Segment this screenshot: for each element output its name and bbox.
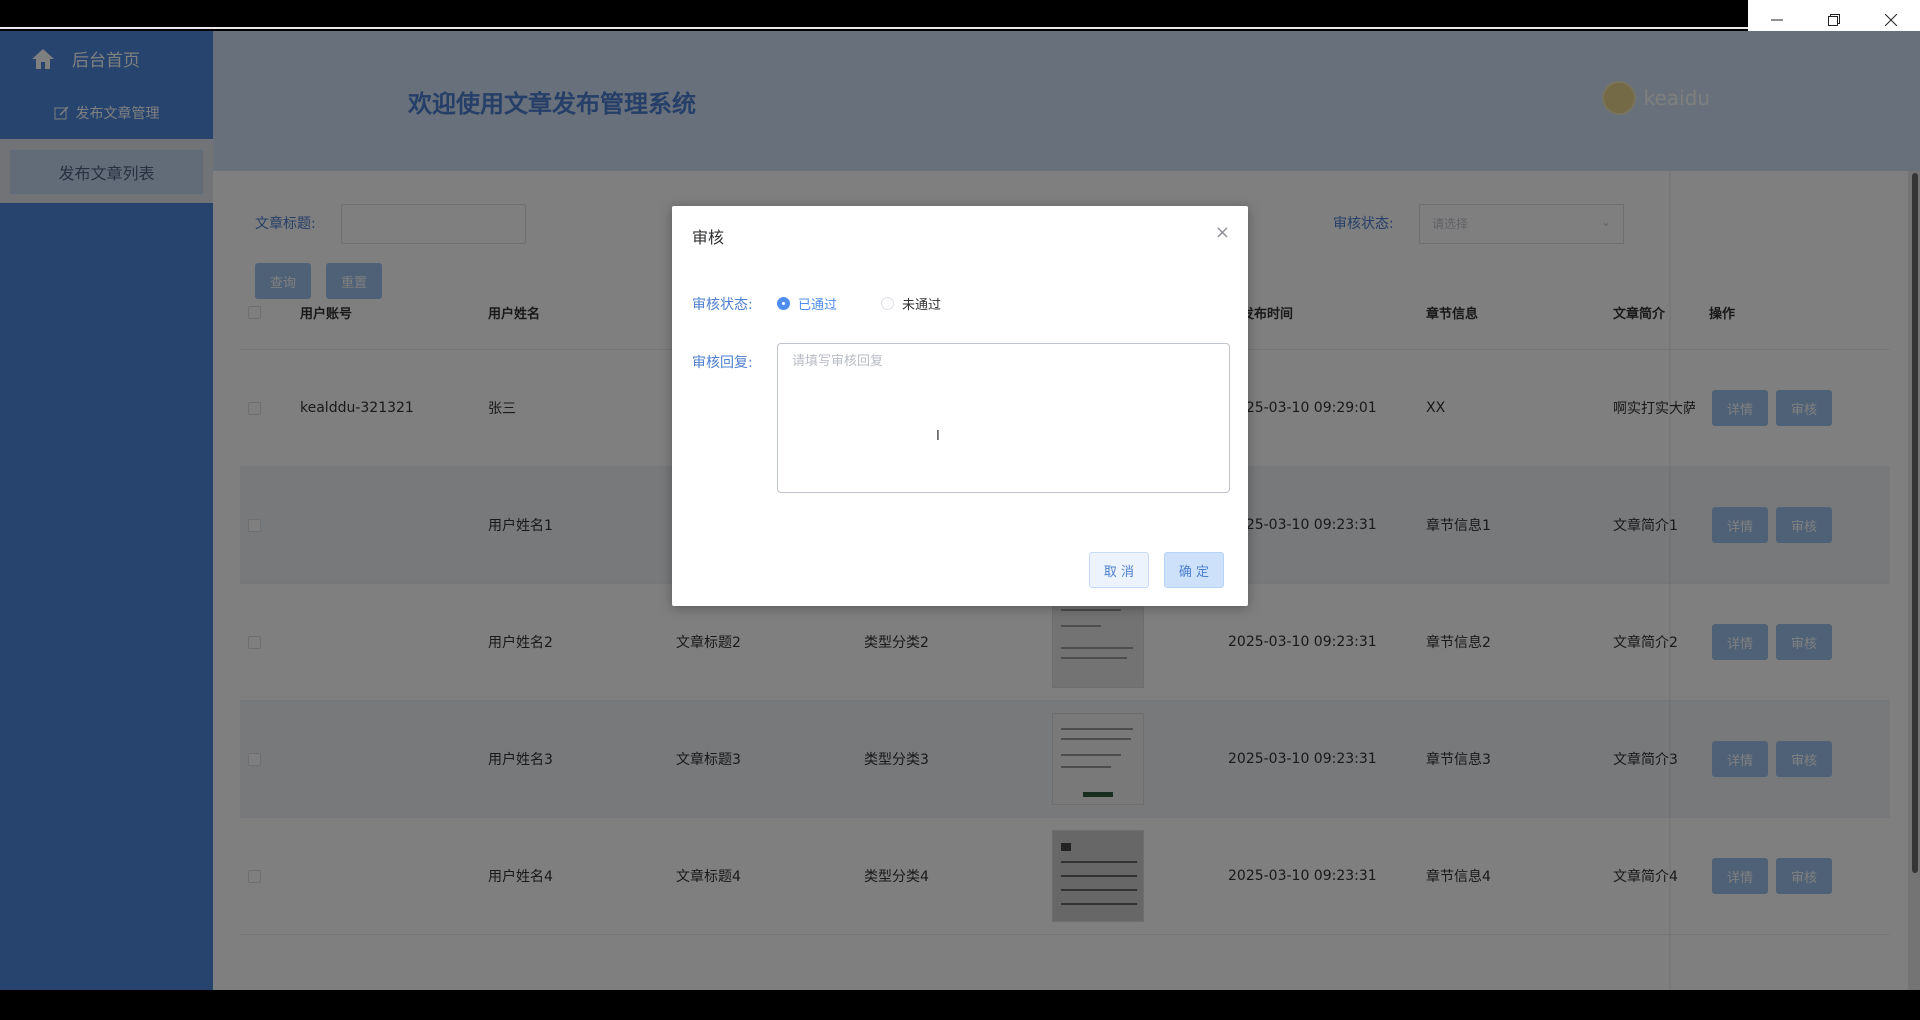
close-icon bbox=[1885, 14, 1898, 26]
radio-checked-icon bbox=[777, 297, 790, 310]
radio-label: 已通过 bbox=[798, 298, 838, 313]
review-reply-label: 审核回复: bbox=[692, 355, 753, 371]
radio-unchecked-icon bbox=[881, 297, 894, 310]
app: 后台首页 发布文章管理 发布文章列表 欢迎使用文章发布管理系统 keaidu 文… bbox=[0, 31, 1920, 990]
review-dialog: 审核 × 审核状态: 已通过 未通过 审核回复: 请填写审核回复 I 取 消 确… bbox=[672, 206, 1248, 606]
review-status-label: 审核状态: bbox=[692, 297, 753, 313]
confirm-button[interactable]: 确 定 bbox=[1164, 552, 1224, 588]
screen: 后台首页 发布文章管理 发布文章列表 欢迎使用文章发布管理系统 keaidu 文… bbox=[0, 0, 1920, 1020]
textarea-placeholder: 请填写审核回复 bbox=[792, 354, 884, 369]
review-reply-textarea[interactable]: 请填写审核回复 I bbox=[777, 343, 1230, 493]
minimize-icon bbox=[1770, 19, 1783, 21]
restore-icon bbox=[1827, 14, 1840, 26]
close-icon[interactable]: × bbox=[1215, 222, 1230, 243]
radio-pass[interactable]: 已通过 bbox=[777, 294, 837, 313]
radio-fail[interactable]: 未通过 bbox=[881, 294, 941, 313]
text-cursor-icon: I bbox=[936, 429, 940, 444]
dialog-title: 审核 bbox=[692, 228, 725, 247]
radio-label: 未通过 bbox=[902, 298, 942, 313]
title-bar bbox=[0, 0, 1920, 29]
taskbar bbox=[0, 990, 1920, 1020]
cancel-button[interactable]: 取 消 bbox=[1089, 552, 1149, 588]
